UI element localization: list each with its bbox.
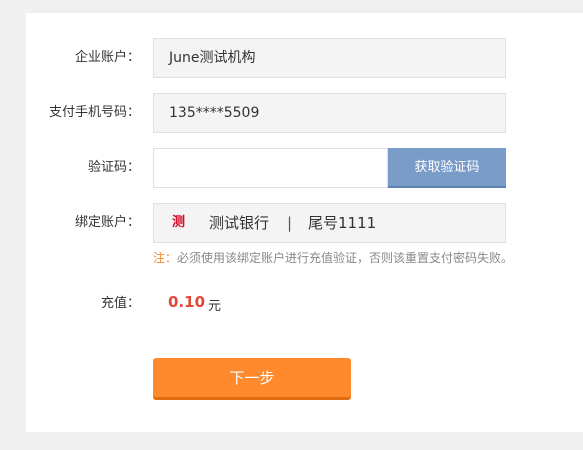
- warning-note: 注：必须使用该绑定账户进行充值验证，否则该重置支付密码失败。: [153, 249, 513, 266]
- recharge-unit: 元: [208, 299, 222, 314]
- company-account-field: June测试机构: [153, 38, 506, 78]
- get-code-button[interactable]: 获取验证码: [388, 148, 506, 188]
- next-step-button[interactable]: 下一步: [153, 358, 351, 400]
- phone-label: 支付手机号码：: [48, 105, 140, 120]
- bank-logo-icon: 测: [172, 215, 186, 230]
- bank-separator: |: [287, 214, 293, 232]
- bound-account-label: 绑定账户：: [74, 215, 140, 230]
- account-tail: 尾号1111: [308, 214, 377, 232]
- note-prefix: 注：: [153, 251, 178, 265]
- recharge-label: 充值：: [100, 296, 140, 311]
- phone-field: 135****5509: [153, 93, 506, 133]
- verify-code-label: 验证码：: [87, 160, 140, 175]
- bound-account-field: 测 测试银行 | 尾号1111: [153, 203, 506, 243]
- bank-name: 测试银行: [209, 214, 270, 232]
- recharge-amount: 0.10: [168, 293, 206, 311]
- company-account-label: 企业账户：: [74, 50, 140, 65]
- note-text: 必须使用该绑定账户进行充值验证，否则该重置支付密码失败。: [177, 251, 514, 265]
- verify-code-input[interactable]: [153, 148, 388, 188]
